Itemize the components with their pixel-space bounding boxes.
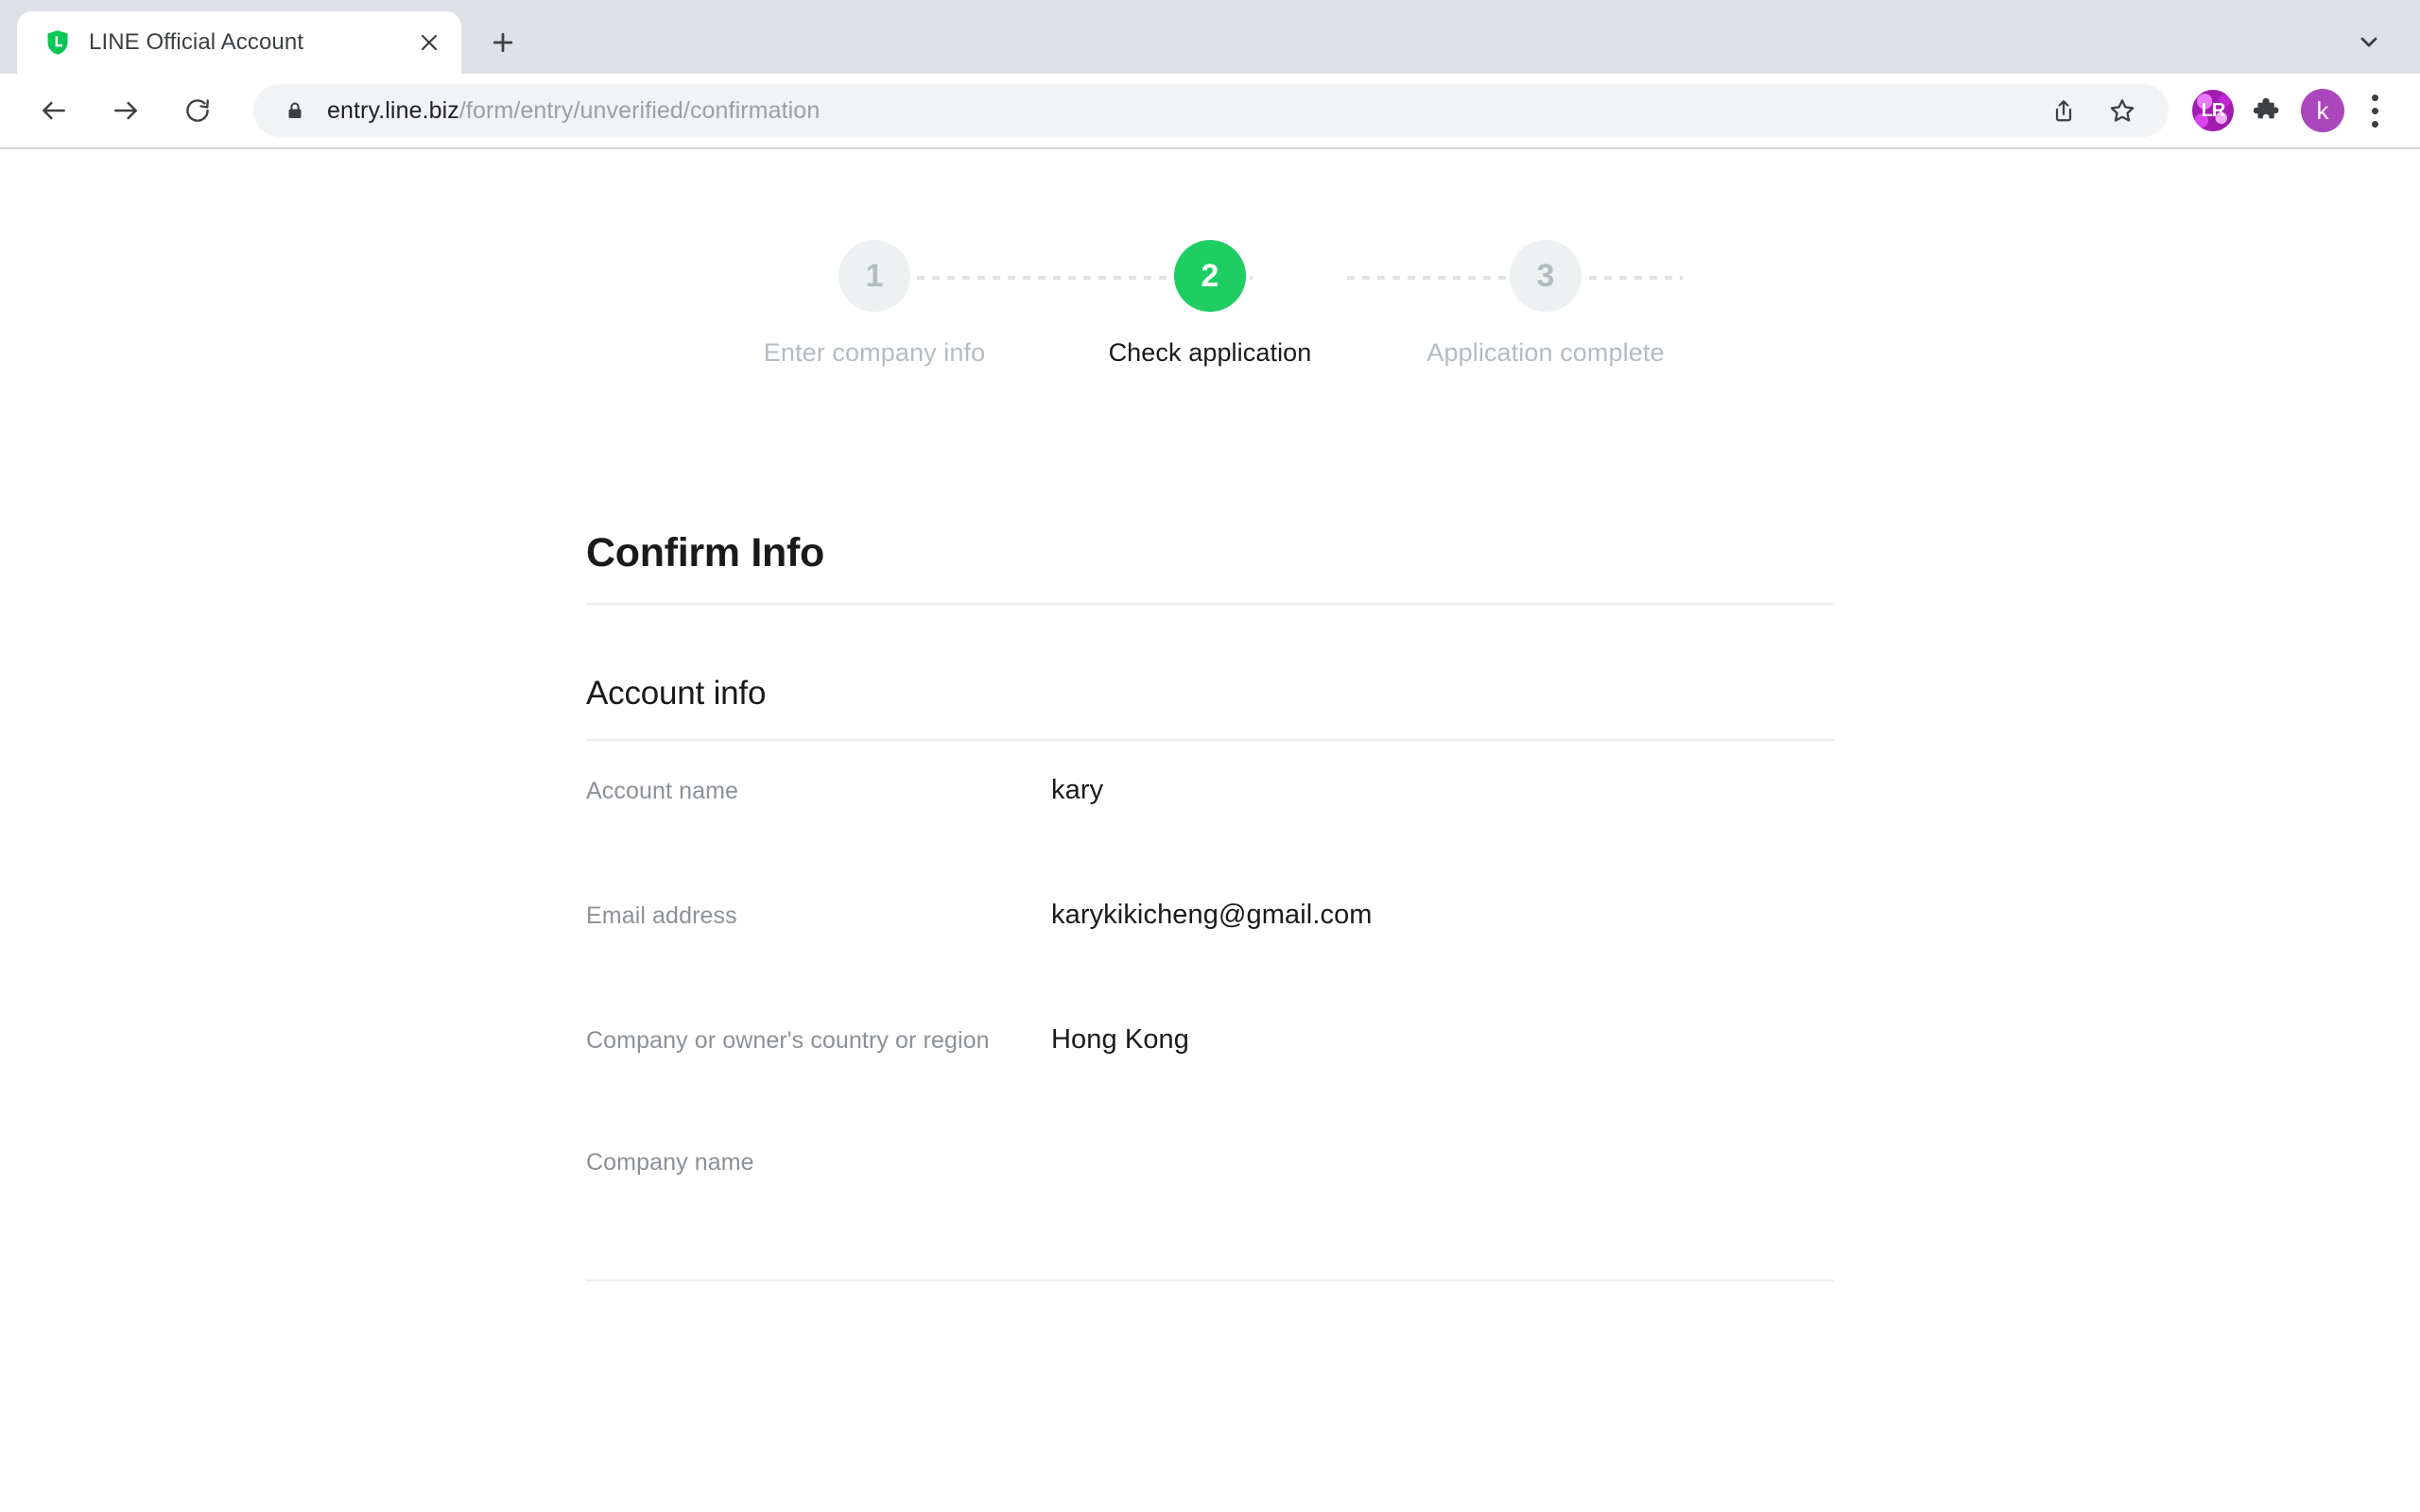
star-icon bbox=[2110, 99, 2135, 122]
stepper-step-1-label: Enter company info bbox=[763, 338, 986, 367]
url-host: entry.line.biz bbox=[327, 96, 459, 124]
account-info-rows: Account name kary Email address karykiki… bbox=[586, 741, 1834, 1274]
plus-icon bbox=[493, 32, 513, 53]
chevron-down-icon bbox=[2360, 37, 2377, 47]
browser-window: LINE Official Account entry.line.biz/for… bbox=[0, 0, 2420, 1512]
new-tab-button[interactable] bbox=[476, 16, 529, 69]
browser-toolbar: entry.line.biz/form/entry/unverified/con… bbox=[0, 74, 2420, 149]
share-icon bbox=[2055, 100, 2072, 122]
three-dot-menu-icon bbox=[2371, 94, 2378, 101]
info-row: Company or owner's country or region Hon… bbox=[586, 1024, 1834, 1149]
arrow-right-icon bbox=[114, 101, 137, 120]
three-dot-menu-icon bbox=[2371, 120, 2378, 128]
info-row: Account name kary bbox=[586, 775, 1834, 900]
rows-bottom-divider bbox=[586, 1280, 1834, 1281]
url-path: /form/entry/unverified/confirmation bbox=[458, 96, 821, 124]
info-row-label: Account name bbox=[586, 778, 739, 804]
browser-menu-button[interactable] bbox=[2350, 83, 2399, 138]
puzzle-piece-icon bbox=[2253, 97, 2279, 119]
stepper-step-1: 1 Enter company info bbox=[737, 240, 1011, 368]
stepper-step-3: 3 Application complete bbox=[1409, 240, 1683, 368]
info-row: Company name bbox=[586, 1149, 1834, 1274]
page-viewport: 1 Enter company info 2 Check application… bbox=[0, 149, 2420, 1512]
extension-lr-label: LR bbox=[2201, 99, 2226, 121]
reload-icon bbox=[186, 99, 209, 122]
avatar: k bbox=[2301, 89, 2344, 132]
info-row-label: Company name bbox=[586, 1149, 754, 1176]
tab-title: LINE Official Account bbox=[89, 29, 304, 55]
stepper-step-2-label: Check application bbox=[1108, 338, 1312, 367]
stepper-step-2: 2 Check application bbox=[1073, 240, 1347, 368]
stepper-step-2-number: 2 bbox=[1174, 240, 1246, 312]
info-row-value: kary bbox=[1051, 775, 1104, 805]
line-shield-icon bbox=[47, 30, 68, 55]
info-row-label: Company or owner's country or region bbox=[586, 1027, 990, 1054]
extension-lr-button[interactable]: LR bbox=[2186, 83, 2240, 138]
arrow-left-icon bbox=[43, 101, 65, 120]
share-button[interactable] bbox=[2036, 83, 2091, 138]
extensions-button[interactable] bbox=[2240, 83, 2295, 138]
page-content: 1 Enter company info 2 Check application… bbox=[0, 149, 2420, 1281]
tab-search-button[interactable] bbox=[2342, 15, 2395, 68]
stepper-step-1-number: 1 bbox=[838, 240, 910, 312]
omnibox-actions bbox=[2036, 83, 2150, 138]
confirm-info-panel: Confirm Info Account info Account name k… bbox=[586, 368, 1834, 1281]
info-row: Email address karykikicheng@gmail.com bbox=[586, 900, 1834, 1024]
back-button[interactable] bbox=[25, 81, 83, 140]
browser-tab[interactable]: LINE Official Account bbox=[17, 11, 461, 74]
close-icon[interactable] bbox=[410, 24, 448, 61]
profile-button[interactable]: k bbox=[2295, 83, 2350, 138]
bookmark-button[interactable] bbox=[2095, 83, 2150, 138]
stepper-step-3-number: 3 bbox=[1510, 240, 1582, 312]
stepper-step-3-label: Application complete bbox=[1426, 338, 1665, 367]
forward-button[interactable] bbox=[96, 81, 155, 140]
tab-strip: LINE Official Account bbox=[0, 0, 2420, 74]
extension-lr-icon: LR bbox=[2192, 90, 2234, 131]
address-bar[interactable]: entry.line.biz/form/entry/unverified/con… bbox=[253, 84, 2169, 137]
section-title-account-info: Account info bbox=[586, 675, 767, 712]
page-title: Confirm Info bbox=[586, 530, 824, 576]
info-row-value: Hong Kong bbox=[1051, 1024, 1190, 1055]
url-text: entry.line.biz/form/entry/unverified/con… bbox=[327, 97, 820, 125]
info-row-label: Email address bbox=[586, 902, 737, 929]
reload-button[interactable] bbox=[168, 81, 227, 140]
three-dot-menu-icon bbox=[2371, 107, 2378, 114]
info-row-value: karykikicheng@gmail.com bbox=[1051, 900, 1373, 930]
avatar-initial: k bbox=[2316, 96, 2329, 125]
lock-icon bbox=[288, 102, 302, 118]
progress-stepper: 1 Enter company info 2 Check application… bbox=[737, 240, 1683, 368]
